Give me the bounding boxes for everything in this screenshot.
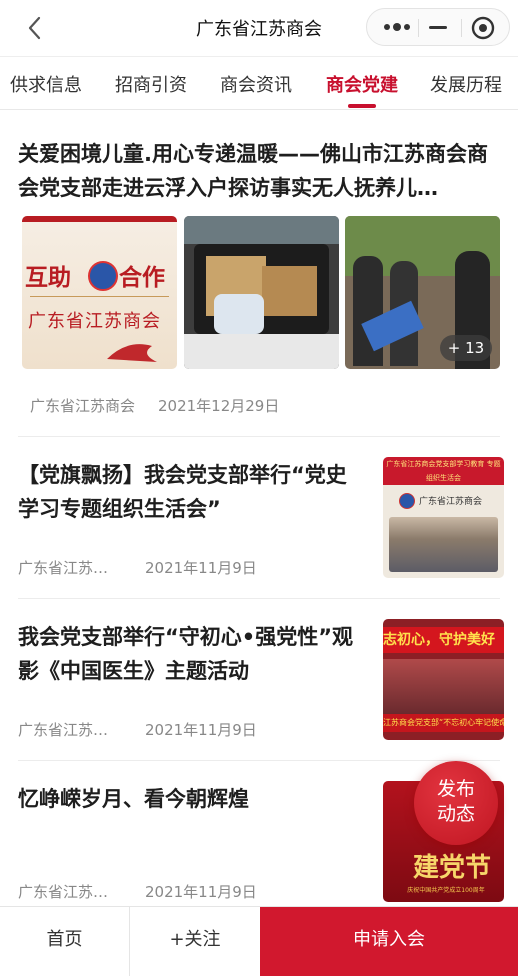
top-bar: 广东省江苏商会 [0,0,518,57]
article-image[interactable] [184,216,339,369]
tab-history[interactable]: 发展历程 [430,71,502,97]
bottom-action-bar: 首页 +关注 申请入会 [0,906,518,976]
divider [18,598,500,599]
article-card[interactable]: 【党旗飘扬】我会党支部举行“党史学习专题组织生活会” [18,458,358,526]
tab-supply-demand[interactable]: 供求信息 [10,71,82,97]
ribbon-decoration [107,344,157,362]
article-date: 2021年11月9日 [145,721,257,739]
article-date: 2021年11月9日 [145,559,257,577]
article-source: 广东省江苏… [18,883,109,901]
close-circle-icon[interactable] [471,16,495,40]
divider [18,760,500,761]
tab-investment[interactable]: 招商引资 [115,71,187,97]
article-date: 2021年12月29日 [158,397,280,415]
article-title: 【党旗飘扬】我会党支部举行“党史学习专题组织生活会” [18,463,347,521]
article-title: 我会党支部举行“守初心•强党性”观影《中国医生》主题活动 [18,625,354,683]
divider [18,436,500,437]
article-thumbnail[interactable]: 广东省江苏商会党支部学习教育 专题组织生活会 广东省江苏商会 [383,457,504,578]
article-image[interactable]: + 13 [345,216,500,369]
article-date: 2021年11月9日 [145,883,257,901]
article-card[interactable]: 关爱困境儿童.用心专递温暖——佛山市江苏商会商会党支部走进云浮入户探访事实无人抚… [18,137,500,205]
follow-button[interactable]: +关注 [130,907,260,976]
article-card[interactable]: 我会党支部举行“守初心•强党性”观影《中国医生》主题活动 [18,620,358,688]
minimize-icon[interactable] [427,20,449,34]
home-button[interactable]: 首页 [0,907,129,976]
more-icon[interactable] [383,20,411,34]
article-source: 广东省江苏商会 [30,397,136,415]
article-source: 广东省江苏… [18,559,109,577]
article-title: 关爱困境儿童.用心专递温暖——佛山市江苏商会商会党支部走进云浮入户探访事实无人抚… [18,142,488,200]
article-thumbnail[interactable]: 志初心，守护美好 江苏商会党支部“不忘初心牢记使命”主题党 [383,619,504,740]
more-images-badge[interactable]: + 13 [440,335,492,361]
article-image[interactable]: 互助 合作 广东省江苏商会 [22,216,177,369]
active-tab-indicator [348,104,376,108]
emblem-icon [88,261,118,291]
article-source: 广东省江苏… [18,721,109,739]
tab-party-building[interactable]: 商会党建 [326,71,398,97]
article-card[interactable]: 忆峥嵘岁月、看今朝辉煌 [18,782,358,816]
category-tabs: 供求信息 招商引资 商会资讯 商会党建 发展历程 [0,57,518,110]
publish-post-button[interactable]: 发布 动态 [414,761,498,845]
mini-program-capsule [366,8,510,46]
apply-membership-button[interactable]: 申请入会 [260,907,518,976]
article-title: 忆峥嵘岁月、看今朝辉煌 [18,787,249,811]
tab-news[interactable]: 商会资讯 [220,71,292,97]
